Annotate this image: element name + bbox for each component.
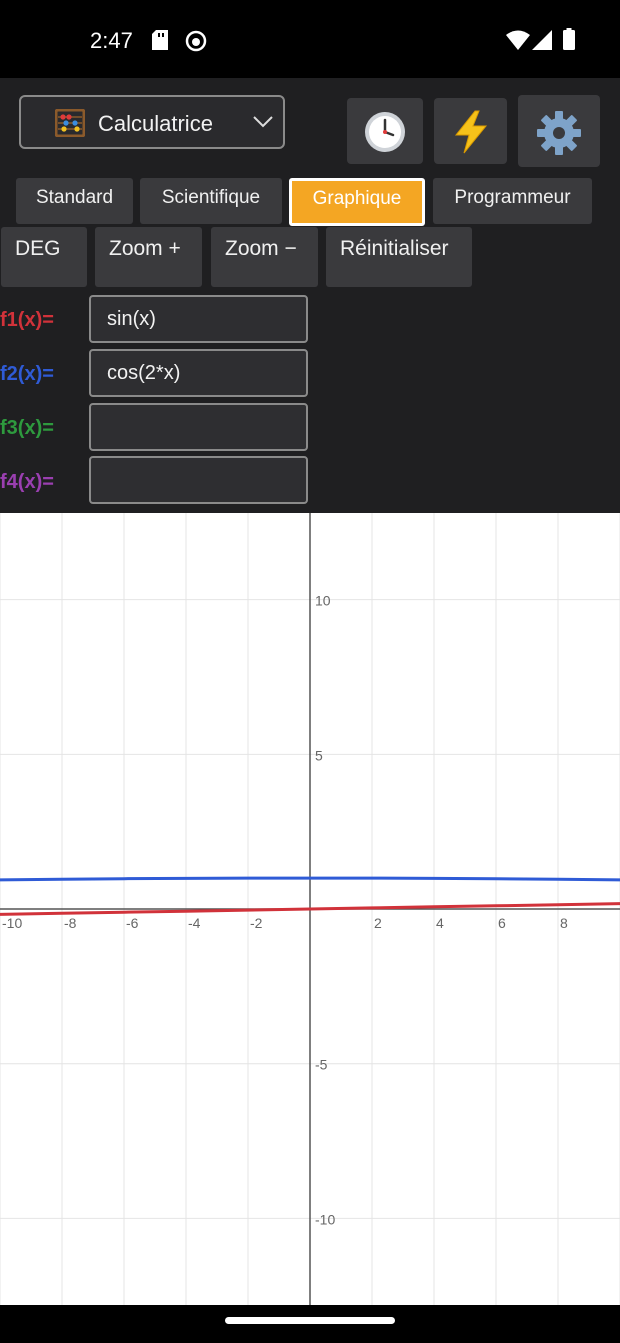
y-tick-label: -10 bbox=[315, 1211, 335, 1227]
settings-button[interactable] bbox=[518, 95, 600, 167]
zoom-in-label: Zoom + bbox=[109, 237, 181, 260]
y-tick-label: 5 bbox=[315, 747, 323, 763]
tab-programmeur[interactable]: Programmeur bbox=[433, 178, 592, 224]
status-time: 2:47 bbox=[90, 28, 133, 53]
angle-mode-label: DEG bbox=[15, 237, 61, 260]
x-tick-label: 6 bbox=[498, 915, 506, 931]
reset-button[interactable]: Réinitialiser bbox=[326, 227, 472, 287]
tab-standard[interactable]: Standard bbox=[16, 178, 133, 224]
f3-input[interactable] bbox=[89, 403, 308, 451]
tab-programmeur-label: Programmeur bbox=[454, 187, 571, 208]
mode-select[interactable]: Calculatrice bbox=[19, 95, 285, 149]
zoom-out-label: Zoom − bbox=[225, 237, 297, 260]
x-tick-label: 2 bbox=[374, 915, 382, 931]
f2-input[interactable] bbox=[89, 349, 308, 397]
wifi-icon bbox=[506, 30, 530, 55]
f3-label: f3(x)= bbox=[0, 417, 54, 439]
status-bar: 2:47 bbox=[0, 0, 620, 78]
reset-label: Réinitialiser bbox=[340, 237, 449, 260]
x-tick-label: -10 bbox=[2, 915, 22, 931]
battery-icon bbox=[563, 28, 575, 55]
zoom-out-button[interactable]: Zoom − bbox=[211, 227, 318, 287]
x-tick-label: -4 bbox=[188, 915, 201, 931]
tab-standard-label: Standard bbox=[35, 187, 114, 208]
history-button[interactable] bbox=[347, 98, 423, 164]
x-tick-label: -8 bbox=[64, 915, 77, 931]
y-tick-label: 10 bbox=[315, 593, 331, 609]
angle-mode-button[interactable]: DEG bbox=[1, 227, 87, 287]
mode-select-label: Calculatrice bbox=[98, 111, 213, 136]
abacus-icon bbox=[54, 108, 86, 144]
sd-card-icon bbox=[152, 30, 168, 55]
f4-label: f4(x)= bbox=[0, 471, 54, 493]
f1-input[interactable] bbox=[89, 295, 308, 343]
x-tick-label: -6 bbox=[126, 915, 139, 931]
x-tick-label: 4 bbox=[436, 915, 444, 931]
y-tick-label: -5 bbox=[315, 1057, 328, 1073]
calculator-panel: Calculatrice Standard Scientifique Graph… bbox=[0, 78, 620, 513]
tab-scientifique-label: Scientifique bbox=[161, 187, 261, 208]
function-plot[interactable]: -10 -8 -6 -4 -2 2 4 6 8 10 5 -5 -10 bbox=[0, 513, 620, 1305]
signal-icon bbox=[532, 30, 552, 55]
clock-icon bbox=[347, 110, 423, 163]
tab-scientifique[interactable]: Scientifique bbox=[140, 178, 282, 224]
zoom-in-button[interactable]: Zoom + bbox=[95, 227, 202, 287]
gear-icon bbox=[518, 109, 600, 166]
home-gesture-handle[interactable] bbox=[225, 1317, 395, 1324]
chevron-down-icon bbox=[253, 115, 273, 133]
navigation-bar bbox=[0, 1305, 620, 1343]
lightning-icon bbox=[434, 110, 507, 163]
f1-label: f1(x)= bbox=[0, 309, 54, 331]
f2-label: f2(x)= bbox=[0, 363, 54, 385]
x-tick-label: 8 bbox=[560, 915, 568, 931]
quick-action-button[interactable] bbox=[434, 98, 507, 164]
x-tick-label: -2 bbox=[250, 915, 263, 931]
graph-area[interactable]: -10 -8 -6 -4 -2 2 4 6 8 10 5 -5 -10 bbox=[0, 513, 620, 1305]
tab-graphique[interactable]: Graphique bbox=[289, 178, 425, 226]
tab-graphique-label: Graphique bbox=[312, 188, 402, 209]
f4-input[interactable] bbox=[89, 456, 308, 504]
assistant-icon bbox=[185, 30, 207, 57]
